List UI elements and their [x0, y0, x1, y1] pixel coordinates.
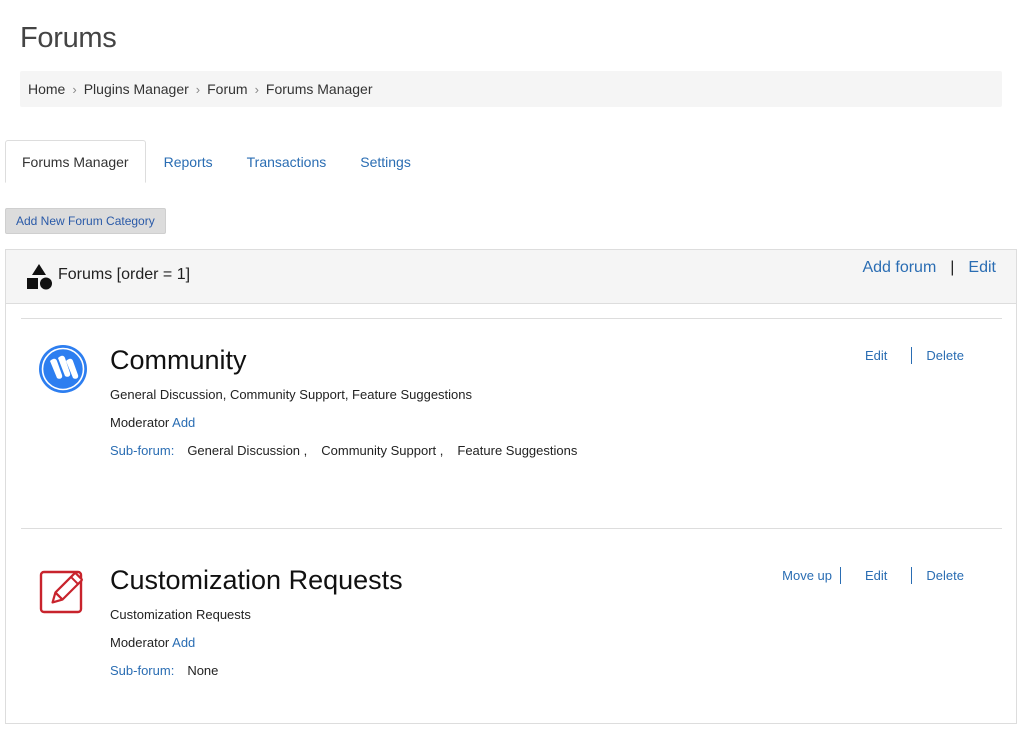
tab-bar: Forums Manager Reports Transactions Sett… — [5, 140, 427, 183]
move-up-link[interactable]: Move up — [782, 568, 832, 583]
edit-forum-link[interactable]: Edit — [865, 348, 887, 363]
add-forum-link[interactable]: Add forum — [862, 259, 936, 277]
separator — [840, 567, 842, 584]
chevron-right-icon: › — [254, 81, 259, 97]
breadcrumb-home[interactable]: Home — [28, 81, 65, 97]
add-forum-category-button[interactable]: Add New Forum Category — [5, 208, 166, 234]
panel-actions: Add forum | Edit — [862, 259, 996, 277]
forum-description: Customization Requests — [110, 607, 251, 622]
breadcrumb-plugins-manager[interactable]: Plugins Manager — [84, 81, 189, 97]
chevron-right-icon: › — [72, 81, 77, 97]
forum-subforums: Sub-forum: General Discussion , Communit… — [110, 443, 591, 458]
subforum-none: None — [187, 663, 219, 678]
forum-moderator: Moderator Add — [110, 415, 195, 430]
separator — [911, 567, 913, 584]
forum-actions: Move up Edit Delete — [782, 567, 964, 584]
forum-name[interactable]: Community — [110, 345, 247, 376]
forum-item-community: Community General Discussion, Community … — [21, 318, 1002, 528]
panel-title: Forums [order = 1] — [58, 266, 191, 283]
shapes-icon — [27, 264, 52, 290]
add-moderator-link[interactable]: Add — [172, 415, 195, 430]
chevron-right-icon: › — [195, 81, 201, 97]
forum-description: General Discussion, Community Support, F… — [110, 387, 473, 402]
forum-item-customization-requests: Customization Requests Customization Req… — [21, 528, 1002, 718]
add-moderator-link[interactable]: Add — [172, 635, 195, 650]
pencil-edit-icon — [39, 570, 83, 614]
edit-category-link[interactable]: Edit — [968, 259, 996, 277]
delete-forum-link[interactable]: Delete — [926, 568, 964, 583]
subforum-label: Sub-forum: — [110, 443, 175, 458]
moderator-label: Moderator — [110, 635, 170, 650]
tab-transactions[interactable]: Transactions — [231, 140, 343, 183]
breadcrumb: Home › Plugins Manager › Forum › Forums … — [20, 71, 1002, 107]
tab-settings[interactable]: Settings — [344, 140, 427, 183]
forum-moderator: Moderator Add — [110, 635, 195, 650]
breadcrumb-forums-manager: Forums Manager — [265, 81, 373, 97]
subforum-item[interactable]: Feature Suggestions — [457, 443, 577, 458]
steem-logo-icon — [39, 345, 87, 393]
tab-reports[interactable]: Reports — [148, 140, 229, 183]
forum-actions: Edit Delete — [865, 347, 964, 364]
page-title: Forums — [20, 22, 117, 54]
forum-category-panel: Forums [order = 1] Add forum | Edit Comm… — [5, 249, 1017, 724]
subforum-item[interactable]: Community Support , — [321, 443, 443, 458]
forum-name[interactable]: Customization Requests — [110, 565, 403, 596]
tab-forums-manager[interactable]: Forums Manager — [5, 140, 146, 183]
subforum-item[interactable]: General Discussion , — [187, 443, 307, 458]
separator: | — [950, 259, 955, 276]
subforum-label: Sub-forum: — [110, 663, 175, 678]
panel-header: Forums [order = 1] Add forum | Edit — [6, 250, 1016, 304]
edit-forum-link[interactable]: Edit — [865, 568, 887, 583]
breadcrumb-forum[interactable]: Forum — [207, 81, 247, 97]
moderator-label: Moderator — [110, 415, 170, 430]
forum-subforums: Sub-forum: None — [110, 663, 218, 678]
separator — [911, 347, 913, 364]
delete-forum-link[interactable]: Delete — [926, 348, 964, 363]
